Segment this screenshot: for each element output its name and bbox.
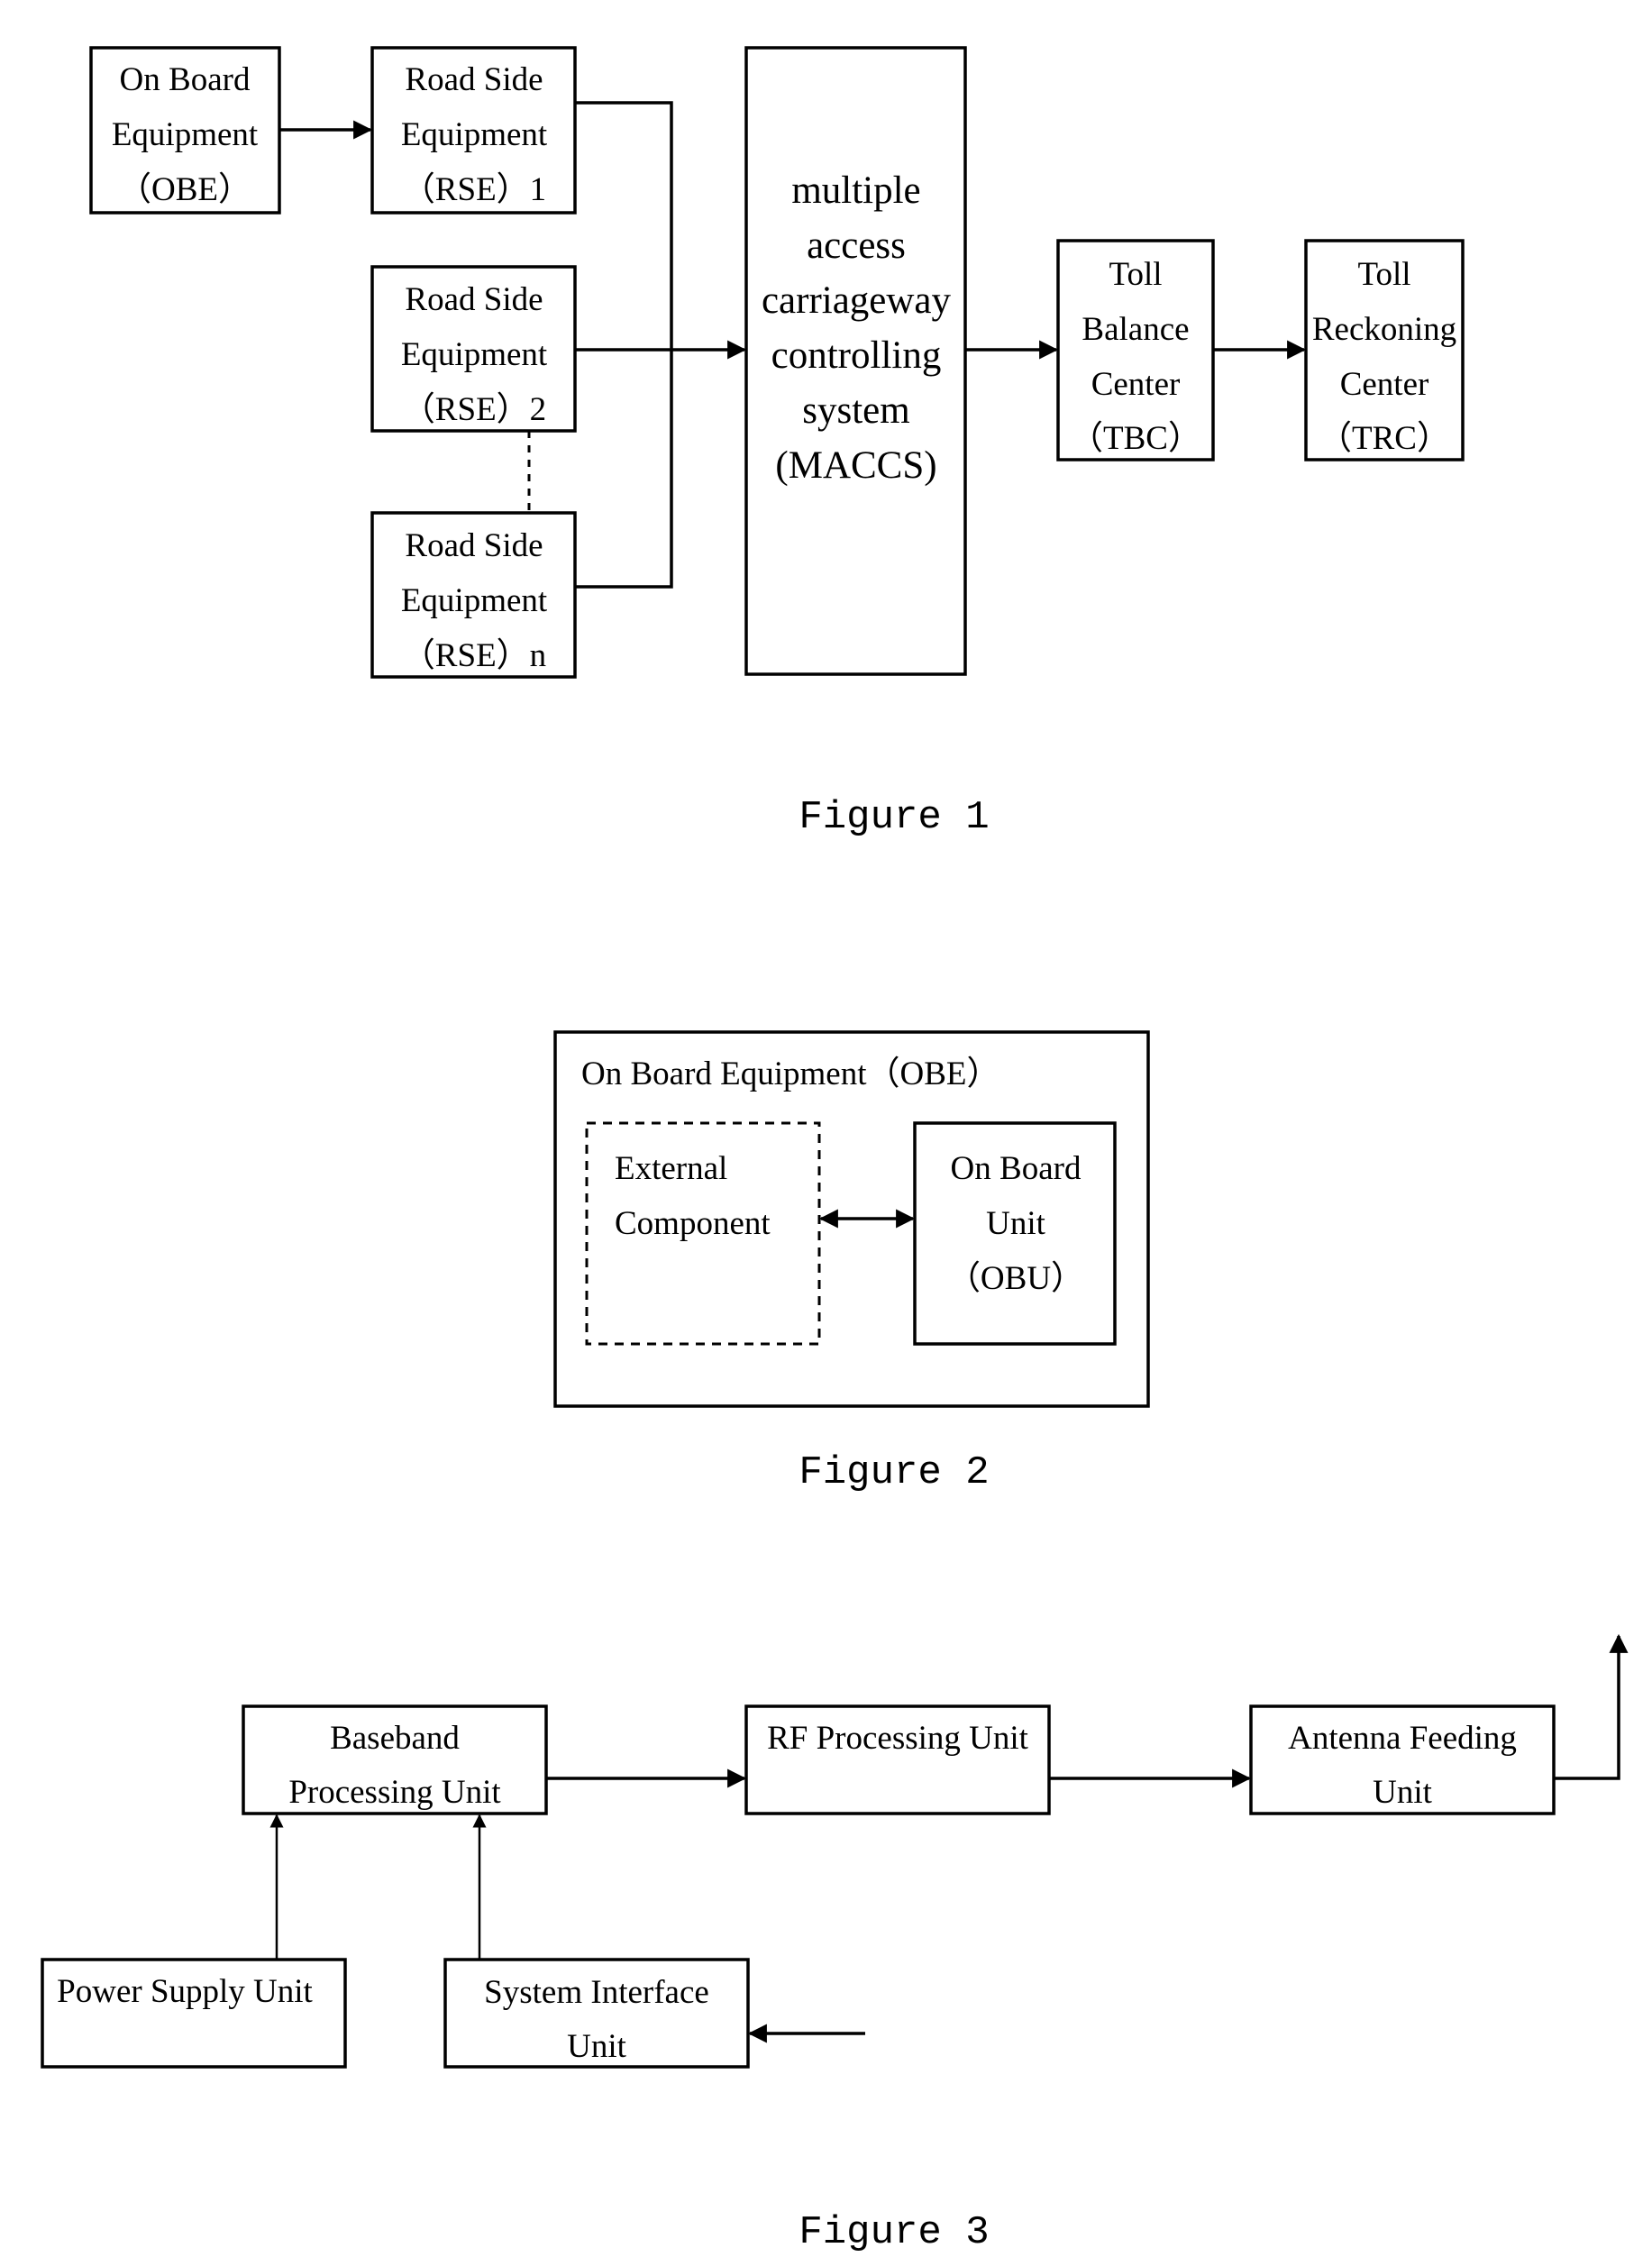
- figure-3-caption: Figure 3: [799, 2210, 989, 2255]
- power-supply-block: Power Supply Unit: [41, 1958, 347, 2069]
- rsen-label-line3: （RSE）n: [402, 637, 546, 674]
- external-label-line1: External: [615, 1150, 727, 1187]
- figure-3: Baseband Processing Unit RF Processing U…: [41, 1633, 1629, 2255]
- antenna-feeding-block: Antenna Feeding Unit: [1249, 1704, 1556, 1815]
- system-interface-block: System Interface Unit: [443, 1958, 750, 2069]
- maccs-label-line2: access: [807, 224, 906, 267]
- obu-label-line3: （OBU）: [947, 1260, 1084, 1297]
- rsen-label-line1: Road Side: [405, 527, 543, 564]
- antenna-label-line2: Unit: [1373, 1774, 1433, 1811]
- obe-label-line1: On Board: [120, 61, 251, 98]
- obu-label-line1: On Board: [951, 1150, 1082, 1187]
- rse1-label-line2: Equipment: [401, 116, 548, 153]
- maccs-label-line3: carriageway: [762, 279, 952, 322]
- rse2-label-line1: Road Side: [405, 281, 543, 318]
- figure-2: On Board Equipment（OBE） External Compone…: [553, 1030, 1150, 1495]
- external-component-block: External Component: [585, 1121, 821, 1346]
- antenna-label-line1: Antenna Feeding: [1288, 1720, 1517, 1757]
- baseband-label-line2: Processing Unit: [288, 1774, 501, 1811]
- maccs-label-line4: controlling: [771, 334, 942, 377]
- tbc-label-line4: （TBC）: [1070, 420, 1201, 457]
- baseband-block: Baseband Processing Unit: [242, 1704, 548, 1815]
- rse1-block: Road Side Equipment （RSE）1: [370, 46, 577, 215]
- rsen-block: Road Side Equipment （RSE）n: [370, 511, 577, 679]
- sysif-label-line2: Unit: [567, 2028, 627, 2065]
- trc-label-line2: Reckoning: [1312, 311, 1456, 348]
- figure-1: On Board Equipment （OBE） Road Side Equip…: [89, 46, 1465, 840]
- maccs-block: multiple access carriageway controlling …: [744, 46, 967, 676]
- rse2-label-line2: Equipment: [401, 336, 548, 373]
- rse2-label-line3: （RSE）2: [402, 391, 546, 428]
- obu-label-line2: Unit: [986, 1205, 1046, 1242]
- obe-label-line3: （OBE）: [118, 171, 251, 208]
- rse2-block: Road Side Equipment （RSE）2: [370, 265, 577, 433]
- power-label-line1: Power Supply Unit: [57, 1973, 313, 2010]
- trc-label-line1: Toll: [1357, 256, 1410, 293]
- baseband-label-line1: Baseband: [330, 1720, 460, 1757]
- tbc-label-line1: Toll: [1109, 256, 1162, 293]
- tbc-label-line3: Center: [1091, 366, 1181, 403]
- maccs-label-line1: multiple: [791, 169, 920, 212]
- obu-block: On Board Unit （OBU）: [913, 1121, 1117, 1346]
- rse1-label-line1: Road Side: [405, 61, 543, 98]
- rsen-label-line2: Equipment: [401, 582, 548, 619]
- trc-label-line3: Center: [1340, 366, 1429, 403]
- obe-label-line2: Equipment: [112, 116, 259, 153]
- tbc-block: Toll Balance Center （TBC）: [1056, 239, 1215, 461]
- figure-2-caption: Figure 2: [799, 1450, 989, 1495]
- external-label-line2: Component: [615, 1205, 771, 1242]
- rf-label-line1: RF Processing Unit: [767, 1720, 1029, 1757]
- figure-1-caption: Figure 1: [799, 795, 989, 840]
- sysif-label-line1: System Interface: [484, 1974, 709, 2011]
- obe-container-title: On Board Equipment（OBE）: [581, 1055, 1000, 1092]
- tbc-label-line2: Balance: [1082, 311, 1189, 348]
- rse1-label-line3: （RSE）1: [402, 171, 546, 208]
- maccs-label-line6: (MACCS): [775, 444, 936, 487]
- trc-label-line4: （TRC）: [1319, 420, 1450, 457]
- obe-block: On Board Equipment （OBE）: [89, 46, 281, 215]
- antenna-output-arrow: [1554, 1633, 1629, 1780]
- rse-bus-line: [575, 101, 673, 589]
- rf-block: RF Processing Unit: [744, 1704, 1051, 1815]
- patent-figures-sheet: On Board Equipment （OBE） Road Side Equip…: [41, 46, 1629, 2255]
- maccs-label-line5: system: [802, 389, 909, 432]
- trc-block: Toll Reckoning Center （TRC）: [1304, 239, 1465, 461]
